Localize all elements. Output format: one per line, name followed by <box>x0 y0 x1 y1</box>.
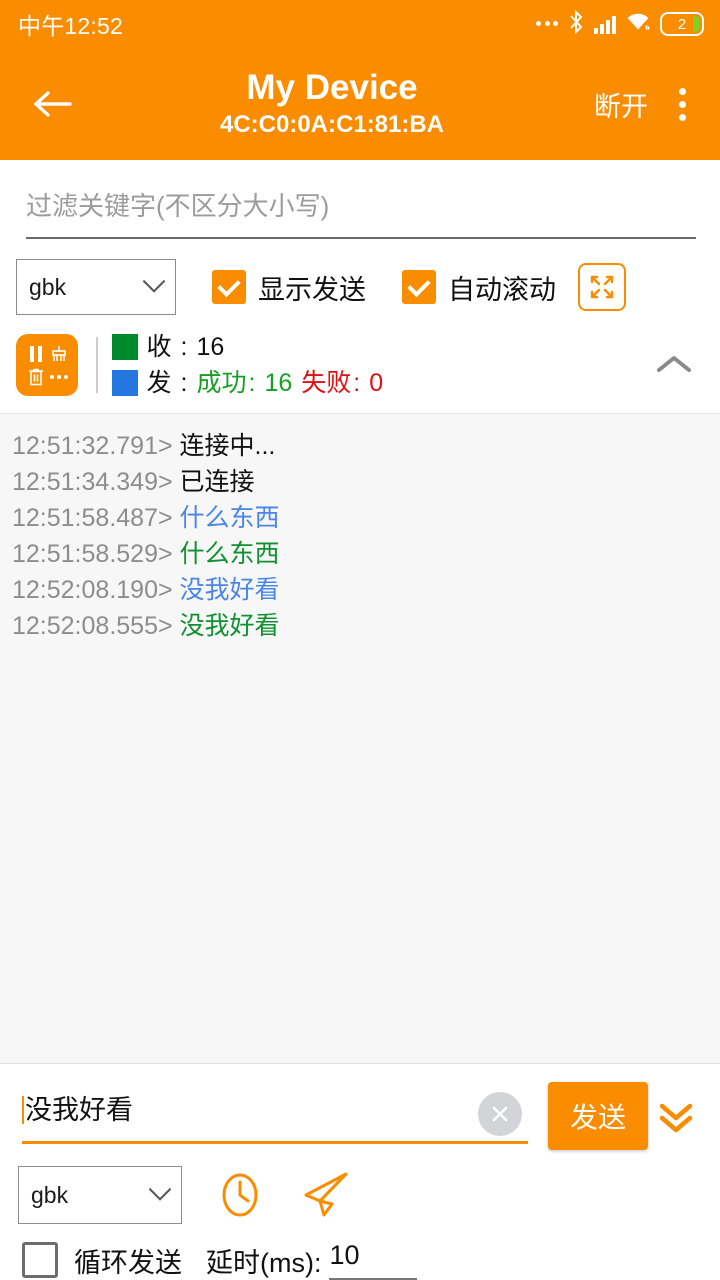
checkbox-checked-icon <box>212 270 246 304</box>
fullscreen-expand-icon[interactable] <box>578 263 626 311</box>
log-message: 已连接 <box>179 468 255 496</box>
log-line: 12:51:58.487> 什么东西 <box>12 500 720 536</box>
send-button[interactable]: 发送 <box>547 1082 648 1150</box>
disconnect-button[interactable]: 断开 <box>588 85 662 124</box>
app-screen: 中午12:52 2 My Device 4C:C0:0A:C1:81:BA 断开… <box>0 0 720 1280</box>
auto-scroll-label: 自动滚动 <box>448 274 556 305</box>
show-send-checkbox[interactable]: 显示发送 <box>212 268 366 307</box>
log-timestamp: 12:51:58.487> <box>12 504 173 532</box>
log-output-area[interactable]: 12:51:32.791> 连接中... 12:51:34.349> 已连接 1… <box>0 413 720 1064</box>
trash-icon[interactable] <box>28 368 44 386</box>
pause-icon[interactable] <box>28 345 44 363</box>
app-bar-titles: My Device 4C:C0:0A:C1:81:BA <box>80 68 588 140</box>
fail-colon: : <box>353 369 361 397</box>
page-title: My Device <box>246 68 418 107</box>
more-dots-icon <box>536 20 558 28</box>
log-line: 12:52:08.190> 没我好看 <box>12 572 720 608</box>
log-timestamp: 12:52:08.190> <box>12 576 173 604</box>
log-line: 12:51:32.791> 连接中... <box>12 428 720 464</box>
checkbox-checked-icon <box>402 270 436 304</box>
log-line: 12:51:34.349> 已连接 <box>12 464 720 500</box>
close-circle-icon[interactable] <box>477 1092 522 1136</box>
auto-scroll-checkbox[interactable]: 自动滚动 <box>402 268 556 307</box>
log-line: 12:51:58.529> 什么东西 <box>12 536 720 572</box>
fail-label: 失败 <box>301 369 352 397</box>
log-message: 没我好看 <box>179 612 280 640</box>
status-icons: 2 <box>536 9 704 39</box>
clock-icon[interactable] <box>212 1167 268 1223</box>
filter-input[interactable]: 过滤关键字(不区分大小写) <box>26 186 696 239</box>
receive-color-swatch <box>111 334 138 360</box>
wifi-icon <box>625 11 651 38</box>
send-row: 没我好看 发送 <box>0 1064 720 1150</box>
receive-encoding-select[interactable]: gbk <box>16 259 176 315</box>
log-message: 没我好看 <box>179 576 280 604</box>
status-time: 中午12:52 <box>18 13 123 39</box>
log-message: 连接中... <box>179 432 276 460</box>
send-input[interactable]: 没我好看 <box>22 1088 528 1144</box>
send-color-swatch <box>111 370 138 396</box>
signal-icon <box>594 15 616 34</box>
app-bar: My Device 4C:C0:0A:C1:81:BA 断开 <box>0 48 720 160</box>
divider <box>96 337 98 393</box>
loop-send-checkbox[interactable] <box>22 1242 58 1278</box>
paper-plane-icon[interactable] <box>298 1167 354 1223</box>
send-encoding-value: gbk <box>31 1181 69 1208</box>
log-timestamp: 12:51:32.791> <box>12 432 173 460</box>
send-encoding-select[interactable]: gbk <box>18 1166 182 1224</box>
status-bar: 中午12:52 2 <box>0 0 720 48</box>
send-stat-line: 发 : 成功 : 16 失败 : 0 <box>111 365 653 401</box>
loop-send-row: 循环发送 延时(ms): 10 <box>0 1224 720 1280</box>
stats-text: 收 : 16 发 : 成功 : 16 失败 : 0 <box>111 329 653 401</box>
success-colon: : <box>248 369 256 397</box>
send-colon: : <box>180 369 188 397</box>
receive-encoding-value: gbk <box>29 273 67 300</box>
battery-icon: 2 <box>660 12 704 36</box>
receive-stat-line: 收 : 16 <box>111 329 653 365</box>
log-message: 什么东西 <box>179 504 280 532</box>
log-message: 什么东西 <box>179 540 280 568</box>
delay-input[interactable]: 10 <box>329 1240 418 1280</box>
log-timestamp: 12:51:58.529> <box>12 540 173 568</box>
send-options-row: gbk <box>0 1150 720 1224</box>
double-chevron-down-icon[interactable] <box>648 1095 704 1137</box>
more-dots-icon[interactable] <box>49 373 69 381</box>
send-input-wrapper: 没我好看 <box>22 1088 544 1144</box>
bluetooth-icon <box>567 9 585 39</box>
chevron-down-icon <box>142 270 166 293</box>
filter-section: 过滤关键字(不区分大小写) <box>0 160 720 239</box>
send-input-value: 没我好看 <box>25 1095 133 1125</box>
kebab-menu-icon[interactable] <box>662 76 702 132</box>
success-count: 16 <box>264 369 293 397</box>
log-timestamp: 12:52:08.555> <box>12 612 173 640</box>
log-timestamp: 12:51:34.349> <box>12 468 173 496</box>
back-arrow-icon[interactable] <box>24 76 80 132</box>
broom-icon[interactable] <box>50 345 68 363</box>
log-controls-button[interactable] <box>16 334 78 396</box>
fail-count: 0 <box>369 369 384 397</box>
text-caret <box>22 1096 24 1124</box>
chevron-down-icon <box>148 1178 172 1201</box>
device-address: 4C:C0:0A:C1:81:BA <box>219 111 445 138</box>
battery-level: 2 <box>677 15 687 33</box>
options-row: gbk 显示发送 自动滚动 <box>0 239 720 315</box>
receive-colon: : <box>180 333 188 361</box>
chevron-up-icon[interactable] <box>652 353 696 377</box>
success-label: 成功 <box>196 369 247 397</box>
log-line: 12:52:08.555> 没我好看 <box>12 608 720 644</box>
send-label: 发 <box>146 369 172 397</box>
show-send-label: 显示发送 <box>258 274 366 305</box>
stats-row: 收 : 16 发 : 成功 : 16 失败 : 0 <box>0 315 720 413</box>
receive-count: 16 <box>196 333 225 361</box>
loop-send-label: 循环发送 <box>74 1247 182 1278</box>
delay-label: 延时(ms): <box>206 1247 322 1278</box>
receive-label: 收 <box>146 333 172 361</box>
